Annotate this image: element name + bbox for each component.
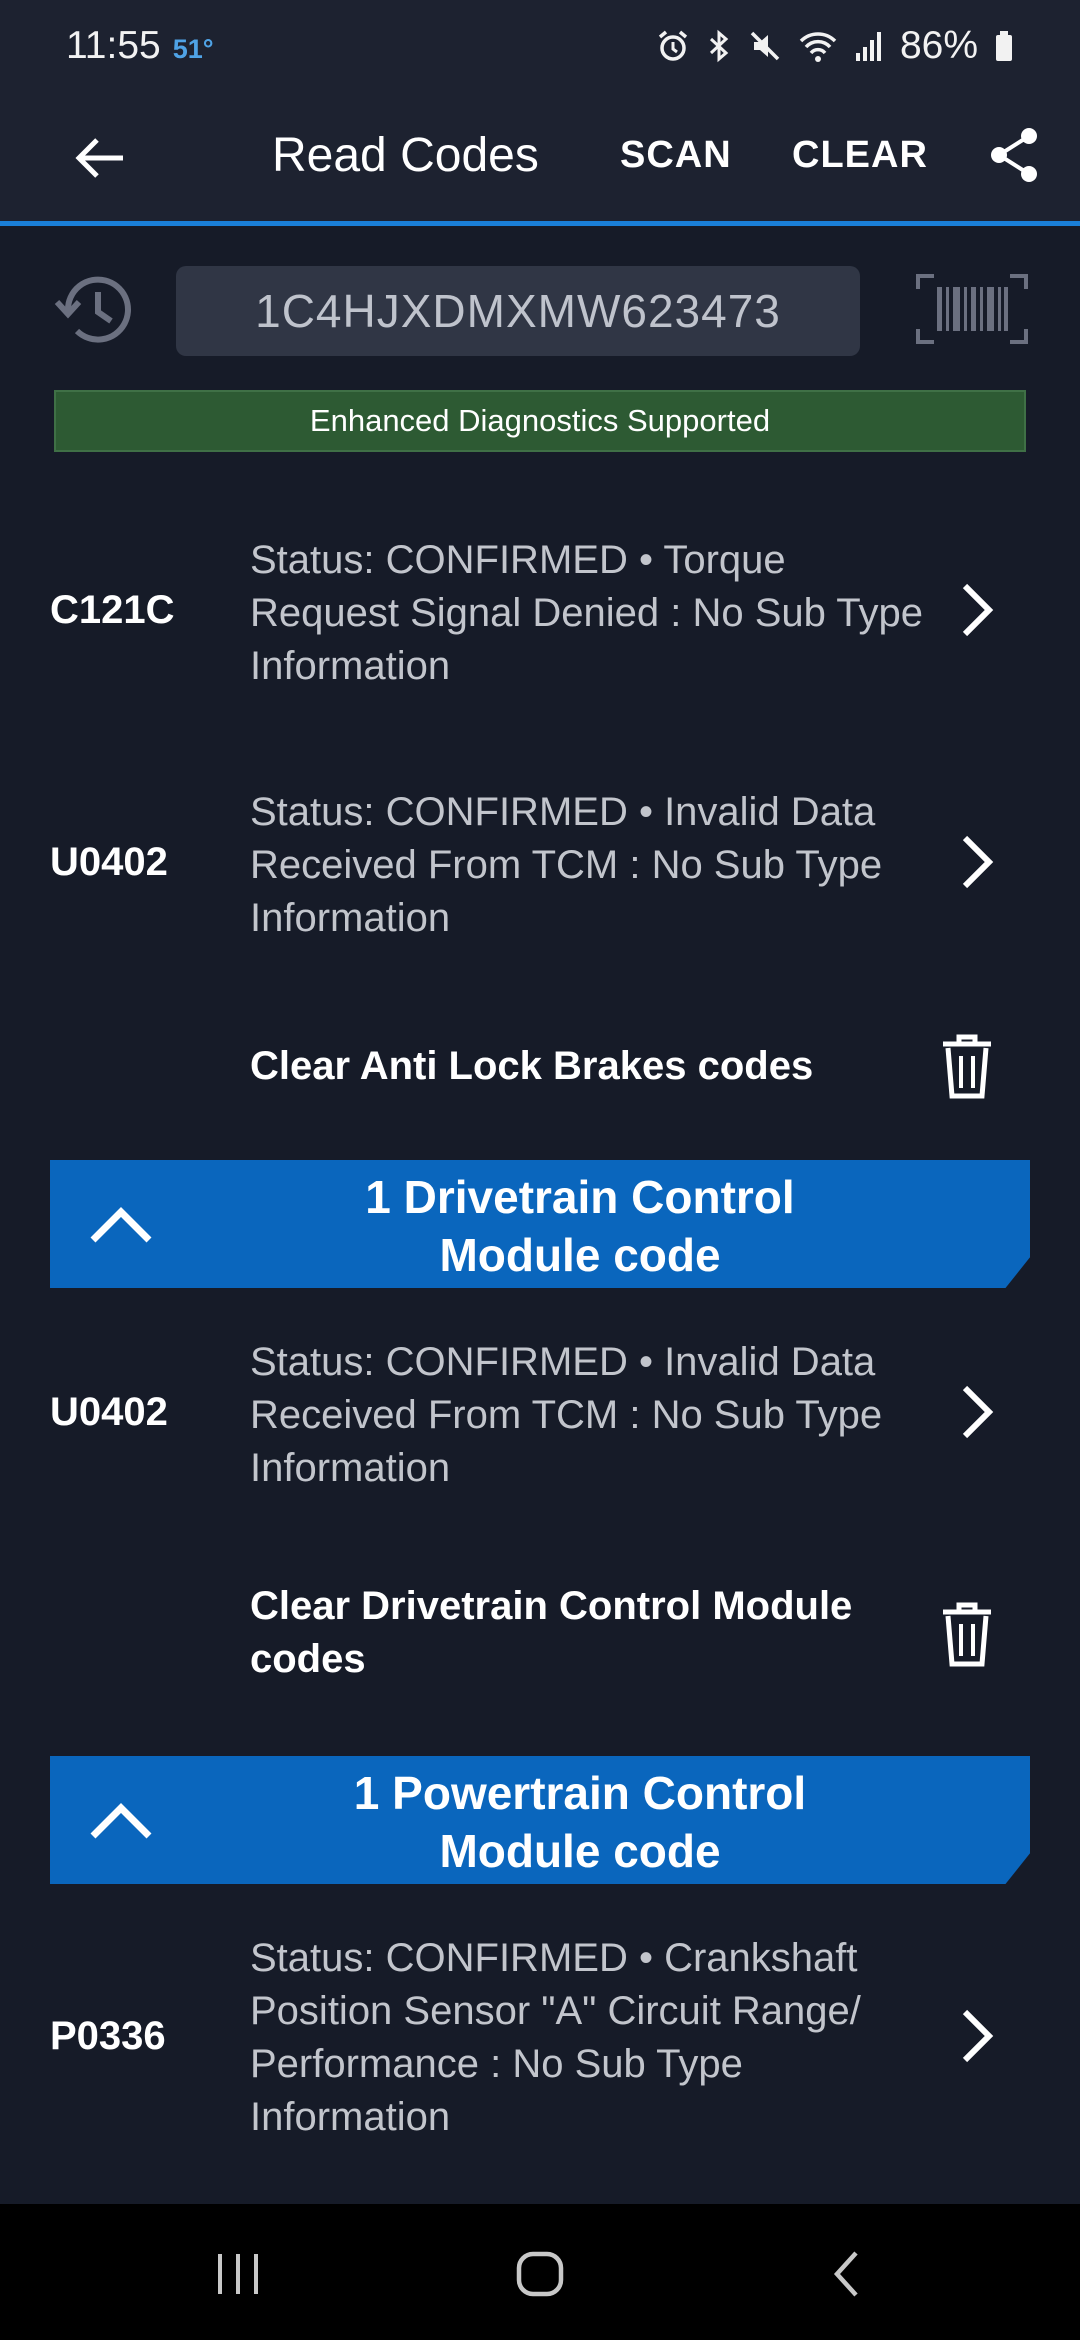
recents-button[interactable] <box>210 2250 266 2298</box>
dtc-code: C121C <box>50 588 175 632</box>
vin-field[interactable]: 1C4HJXDMXMW623473 <box>176 266 860 356</box>
code-row[interactable]: U0402 Status: CONFIRMED • Invalid Data R… <box>0 1334 1080 1494</box>
code-row[interactable]: U0402 Status: CONFIRMED • Invalid Data R… <box>0 784 1080 944</box>
share-icon <box>991 128 1037 182</box>
section-title-line: Module code <box>439 1825 721 1877</box>
clear-drivetrain-codes-label: Clear Drivetrain Control Module codes <box>250 1580 900 1686</box>
dtc-description: Status: CONFIRMED • Torque Request Signa… <box>250 538 924 688</box>
battery-icon <box>994 29 1014 63</box>
section-title-line: Module code <box>439 1229 721 1281</box>
alarm-icon <box>656 29 690 63</box>
clear-label-line: codes <box>250 1637 366 1681</box>
arrow-left-icon <box>75 138 123 178</box>
signal-icon <box>854 29 884 63</box>
battery-percent: 86% <box>899 24 978 67</box>
drivetrain-section-header[interactable]: 1 Drivetrain Control Module code <box>50 1160 1030 1288</box>
back-button[interactable] <box>68 128 132 188</box>
code-row[interactable]: C121C Status: CONFIRMED • Torque Request… <box>0 532 1080 692</box>
app-bar: Read Codes SCAN CLEAR <box>0 92 1080 226</box>
status-bar-left: 11:55 51° <box>66 24 214 68</box>
system-back-button[interactable] <box>826 2248 866 2300</box>
chevron-right-icon <box>952 1382 1002 1442</box>
chevron-right-icon <box>952 2006 1002 2066</box>
dtc-description: Status: CONFIRMED • Invalid Data Receive… <box>250 790 883 940</box>
home-icon <box>516 2251 564 2297</box>
history-icon <box>54 276 131 343</box>
drivetrain-section-title: 1 Drivetrain Control Module code <box>200 1168 960 1284</box>
powertrain-section-header[interactable]: 1 Powertrain Control Module code <box>50 1756 1030 1884</box>
powertrain-section-title: 1 Powertrain Control Module code <box>200 1764 960 1880</box>
code-row[interactable]: P0336 Status: CONFIRMED • Crankshaft Pos… <box>0 1930 1080 2146</box>
wifi-icon <box>798 29 838 63</box>
enhanced-diagnostics-banner: Enhanced Diagnostics Supported <box>54 390 1026 452</box>
trash-icon[interactable] <box>936 1030 998 1102</box>
clear-drivetrain-codes-row[interactable]: Clear Drivetrain Control Module codes <box>0 1580 1080 1690</box>
temperature: 51° <box>172 34 214 64</box>
clear-abs-codes-label: Clear Anti Lock Brakes codes <box>250 1044 814 1088</box>
share-button[interactable] <box>984 122 1044 188</box>
clear-abs-codes-row[interactable]: Clear Anti Lock Brakes codes <box>0 1026 1080 1106</box>
status-bar-right: 86% <box>656 24 1014 68</box>
barcode-icon <box>916 274 1028 344</box>
clear-label-line: Clear Drivetrain Control Module <box>250 1584 853 1628</box>
dtc-description: Status: CONFIRMED • Invalid Data Receive… <box>250 1340 883 1490</box>
trash-icon[interactable] <box>936 1598 998 1670</box>
clock: 11:55 <box>66 24 161 67</box>
home-button[interactable] <box>512 2248 568 2300</box>
recents-icon <box>218 2254 258 2294</box>
chevron-up-icon <box>86 1194 156 1254</box>
chevron-up-icon <box>86 1790 156 1850</box>
dtc-code: U0402 <box>50 840 168 884</box>
page-title: Read Codes <box>272 129 539 182</box>
dtc-code: P0336 <box>50 2014 166 2058</box>
clear-button[interactable]: CLEAR <box>792 134 928 177</box>
section-title-line: 1 Powertrain Control <box>353 1767 807 1819</box>
dtc-description: Status: CONFIRMED • Crankshaft Position … <box>250 1936 861 2139</box>
barcode-scan-button[interactable] <box>914 272 1030 346</box>
navigation-bar <box>0 2204 1080 2340</box>
chevron-left-icon <box>833 2251 858 2297</box>
chevron-right-icon <box>952 580 1002 640</box>
section-title-line: 1 Drivetrain Control <box>365 1171 795 1223</box>
dtc-code: U0402 <box>50 1390 168 1434</box>
chevron-right-icon <box>952 832 1002 892</box>
bluetooth-icon <box>706 29 732 63</box>
status-bar: 11:55 51° 86% <box>0 0 1080 92</box>
scan-button[interactable]: SCAN <box>620 134 732 177</box>
mute-icon <box>748 29 782 63</box>
history-button[interactable] <box>52 268 136 352</box>
